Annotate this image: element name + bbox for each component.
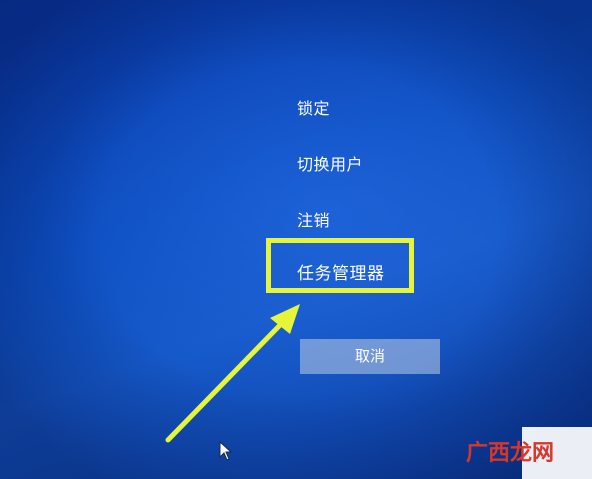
cancel-button[interactable]: 取消: [300, 339, 440, 374]
mouse-cursor-icon: [219, 441, 233, 461]
watermark-logo: 广西龙网: [466, 441, 555, 466]
menu-item-switch-user[interactable]: 切换用户: [297, 151, 363, 175]
highlight-box: [266, 238, 414, 293]
menu-item-lock[interactable]: 锁定: [297, 95, 330, 119]
menu-item-sign-out[interactable]: 注销: [297, 207, 330, 231]
